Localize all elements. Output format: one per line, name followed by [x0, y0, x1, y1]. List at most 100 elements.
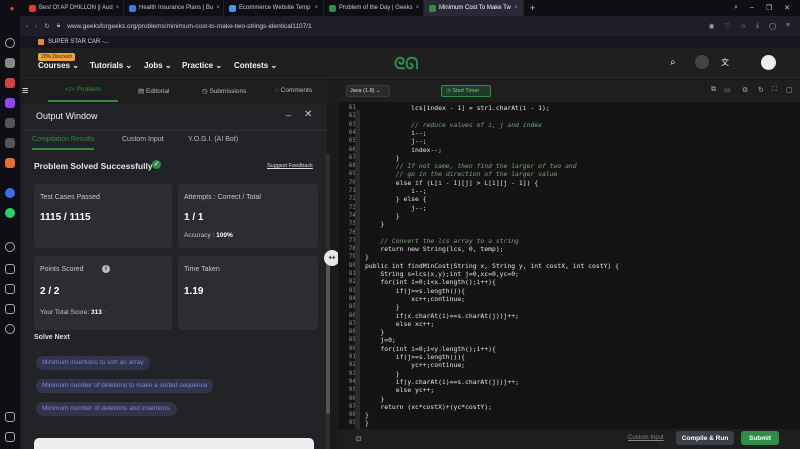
browser-sidebar: [0, 16, 20, 449]
twitch-icon[interactable]: [5, 98, 15, 108]
theme-toggle-icon[interactable]: [695, 55, 709, 69]
close-icon[interactable]: ×: [216, 5, 220, 11]
suggest-feedback-link[interactable]: Suggest Feedback: [267, 163, 313, 169]
messenger-icon[interactable]: [5, 188, 15, 198]
tab-comments[interactable]: ◌ Comments: [275, 87, 312, 94]
nav-tutorials[interactable]: Tutorials ⌄: [90, 61, 132, 70]
points-label: Points Scored: [40, 266, 84, 273]
editor-scrollbar[interactable]: [355, 110, 360, 430]
search-icon[interactable]: ⌕: [670, 57, 676, 68]
shopping-icon[interactable]: [5, 78, 15, 88]
code-line: } else {: [365, 195, 427, 204]
sidebar-tool-icon[interactable]: [5, 138, 15, 148]
flow-icon[interactable]: [5, 158, 15, 168]
settings-icon[interactable]: [5, 324, 15, 334]
accuracy-label: Accuracy :: [184, 232, 215, 239]
sidebar-tool-icon[interactable]: [5, 118, 15, 128]
toolbar-icon[interactable]: ▢: [786, 86, 793, 94]
history-icon[interactable]: [5, 264, 15, 274]
check-icon: ✓: [152, 160, 161, 169]
minimize-panel-icon[interactable]: _: [286, 106, 291, 116]
scrollbar-thumb[interactable]: [326, 254, 330, 414]
bookmark-item[interactable]: SUPER STAR CAR -...: [48, 39, 109, 45]
solve-next-item[interactable]: Minimum number of deletions to make a so…: [36, 379, 214, 393]
extensions-icon[interactable]: [5, 284, 15, 294]
close-icon[interactable]: ×: [514, 5, 518, 11]
aria-icon[interactable]: [5, 58, 15, 68]
nav-courses[interactable]: Courses ⌄: [38, 61, 79, 70]
new-tab-icon[interactable]: +: [524, 3, 541, 13]
solve-next-item[interactable]: Minimum insertions to sort an array: [36, 356, 150, 370]
url-text[interactable]: www.geeksforgeeks.org/problems/minimum-c…: [67, 23, 311, 30]
tab-compilation-results[interactable]: Compilation Results: [32, 136, 95, 150]
profile-icon[interactable]: ◯: [769, 22, 776, 30]
close-icon[interactable]: ×: [314, 5, 318, 11]
back-icon[interactable]: ‹: [26, 23, 28, 30]
tab-submissions[interactable]: ◷ Submissions: [202, 87, 246, 95]
menu-icon[interactable]: ≡: [786, 22, 790, 30]
camera-icon[interactable]: ◉: [709, 22, 715, 30]
total-score-label: Your Total Score:: [40, 309, 90, 316]
start-timer-button[interactable]: ◷ Start Timer: [441, 85, 491, 97]
time-card: Time Taken 1.19: [178, 256, 318, 330]
tab-problem[interactable]: </> Problem: [48, 86, 118, 102]
search-tabs-icon[interactable]: ⌕: [734, 4, 738, 12]
avatar[interactable]: [761, 55, 776, 70]
scrollbar-track[interactable]: [326, 154, 330, 449]
browser-tab-5[interactable]: Minimum Cost To Make Tw ×: [424, 0, 524, 16]
reload-icon[interactable]: ↻: [44, 22, 49, 30]
toolbar-icon[interactable]: ▭: [724, 86, 731, 94]
code-line: for(int i=0;i<x.length();i++){: [365, 278, 496, 287]
wallet-icon[interactable]: [5, 412, 15, 422]
tab-yogi-bot[interactable]: Y.O.G.I. (AI Bot): [188, 136, 238, 143]
reset-icon[interactable]: ↻: [758, 86, 764, 94]
site-icon: [229, 4, 236, 12]
downloads-icon[interactable]: [5, 304, 15, 314]
tab-editorial[interactable]: ▤ Editorial: [138, 87, 169, 95]
gfg-logo[interactable]: ᘓᘏ: [394, 54, 419, 74]
minimize-icon[interactable]: –: [750, 4, 754, 12]
heart-icon[interactable]: ♡: [724, 22, 730, 30]
tab-custom-input[interactable]: Custom Input: [122, 136, 164, 143]
browser-logo-icon[interactable]: ●: [0, 0, 24, 16]
more-icon[interactable]: [5, 432, 15, 442]
translate-icon[interactable]: 文: [721, 57, 729, 68]
language-value: Java (1.8): [350, 88, 375, 94]
nav-jobs[interactable]: Jobs ⌄: [144, 61, 172, 70]
bulb-icon[interactable]: ☼: [354, 433, 363, 444]
forward-icon[interactable]: ›: [35, 23, 37, 30]
toolbar-icon[interactable]: ⧉: [711, 86, 716, 94]
browser-tab-1[interactable]: Best Of AP DHILLON || Aud ×: [24, 0, 124, 16]
solve-next-item[interactable]: Minimum number of deletions and insertio…: [36, 402, 178, 416]
fullscreen-icon[interactable]: ⛶: [772, 86, 777, 94]
close-icon[interactable]: ×: [116, 5, 120, 11]
compile-run-button[interactable]: Compile & Run: [676, 431, 734, 445]
bottom-banner: [34, 438, 314, 449]
nav-practice[interactable]: Practice ⌄: [182, 61, 222, 70]
hamburger-menu-icon[interactable]: ≡: [22, 84, 40, 98]
nav-contests[interactable]: Contests ⌄: [234, 61, 277, 70]
close-panel-icon[interactable]: ✕: [304, 109, 312, 120]
speed-dial-icon[interactable]: [5, 38, 15, 48]
accuracy-value: 100%: [216, 232, 233, 239]
language-select[interactable]: Java (1.8) ⌄: [346, 85, 390, 97]
maximize-icon[interactable]: ❐: [766, 4, 772, 12]
browser-tab-3[interactable]: Ecommerce Website Temp ×: [224, 0, 324, 16]
gfg-icon: [329, 4, 336, 12]
player-icon[interactable]: [5, 242, 15, 252]
custom-input-link[interactable]: Custom Input: [628, 435, 664, 441]
start-timer-label: Start Timer: [452, 88, 480, 94]
window-close-icon[interactable]: ✕: [784, 4, 790, 12]
close-icon[interactable]: ×: [416, 5, 420, 11]
info-icon[interactable]: i: [102, 265, 110, 273]
submit-button[interactable]: Submit: [741, 431, 779, 445]
settings-icon[interactable]: ⚙: [742, 86, 748, 94]
downloads-toolbar-icon[interactable]: ⤓: [756, 22, 759, 30]
browser-tab-2[interactable]: Health Insurance Plans | Bu ×: [124, 0, 224, 16]
browser-tab-4[interactable]: Problem of the Day | Geeks ×: [324, 0, 424, 16]
code-line: else yc++;: [365, 386, 435, 395]
output-window-title: Output Window: [36, 111, 98, 121]
points-card: Points Scored i 2 / 2 Your Total Score: …: [34, 256, 172, 330]
whatsapp-icon[interactable]: [5, 208, 15, 218]
bookmark-icon[interactable]: ☆: [740, 22, 746, 30]
